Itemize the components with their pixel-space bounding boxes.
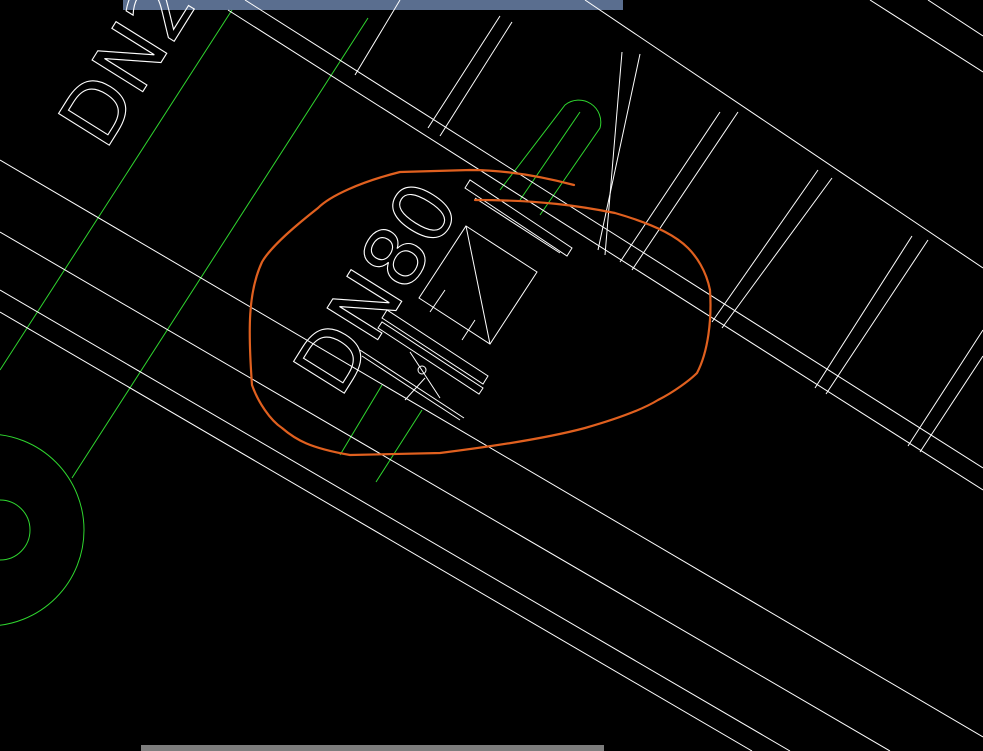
green-line-4 bbox=[375, 409, 423, 483]
green-circle-arc bbox=[0, 499, 31, 561]
cad-drawing-viewport[interactable]: DN2 DN80 bbox=[0, 0, 983, 751]
upper-pipe-label: DN2 bbox=[41, 0, 215, 163]
upper-pipe-label-group: DN2 bbox=[41, 0, 216, 163]
pipe-line-b2 bbox=[0, 231, 891, 751]
pipe-line-d3 bbox=[927, 0, 983, 37]
pipe-line-d2 bbox=[869, 0, 983, 73]
horizontal-scrollbar[interactable] bbox=[141, 745, 604, 751]
valve-diagonal bbox=[465, 225, 491, 345]
green-slot bbox=[499, 99, 602, 216]
pipe-line-b1 bbox=[0, 159, 983, 738]
green-circle bbox=[0, 434, 85, 626]
pipe-line-c1 bbox=[0, 289, 791, 751]
pipe-line-d1 bbox=[584, 0, 983, 269]
cad-canvas[interactable]: DN2 DN80 bbox=[0, 0, 983, 751]
